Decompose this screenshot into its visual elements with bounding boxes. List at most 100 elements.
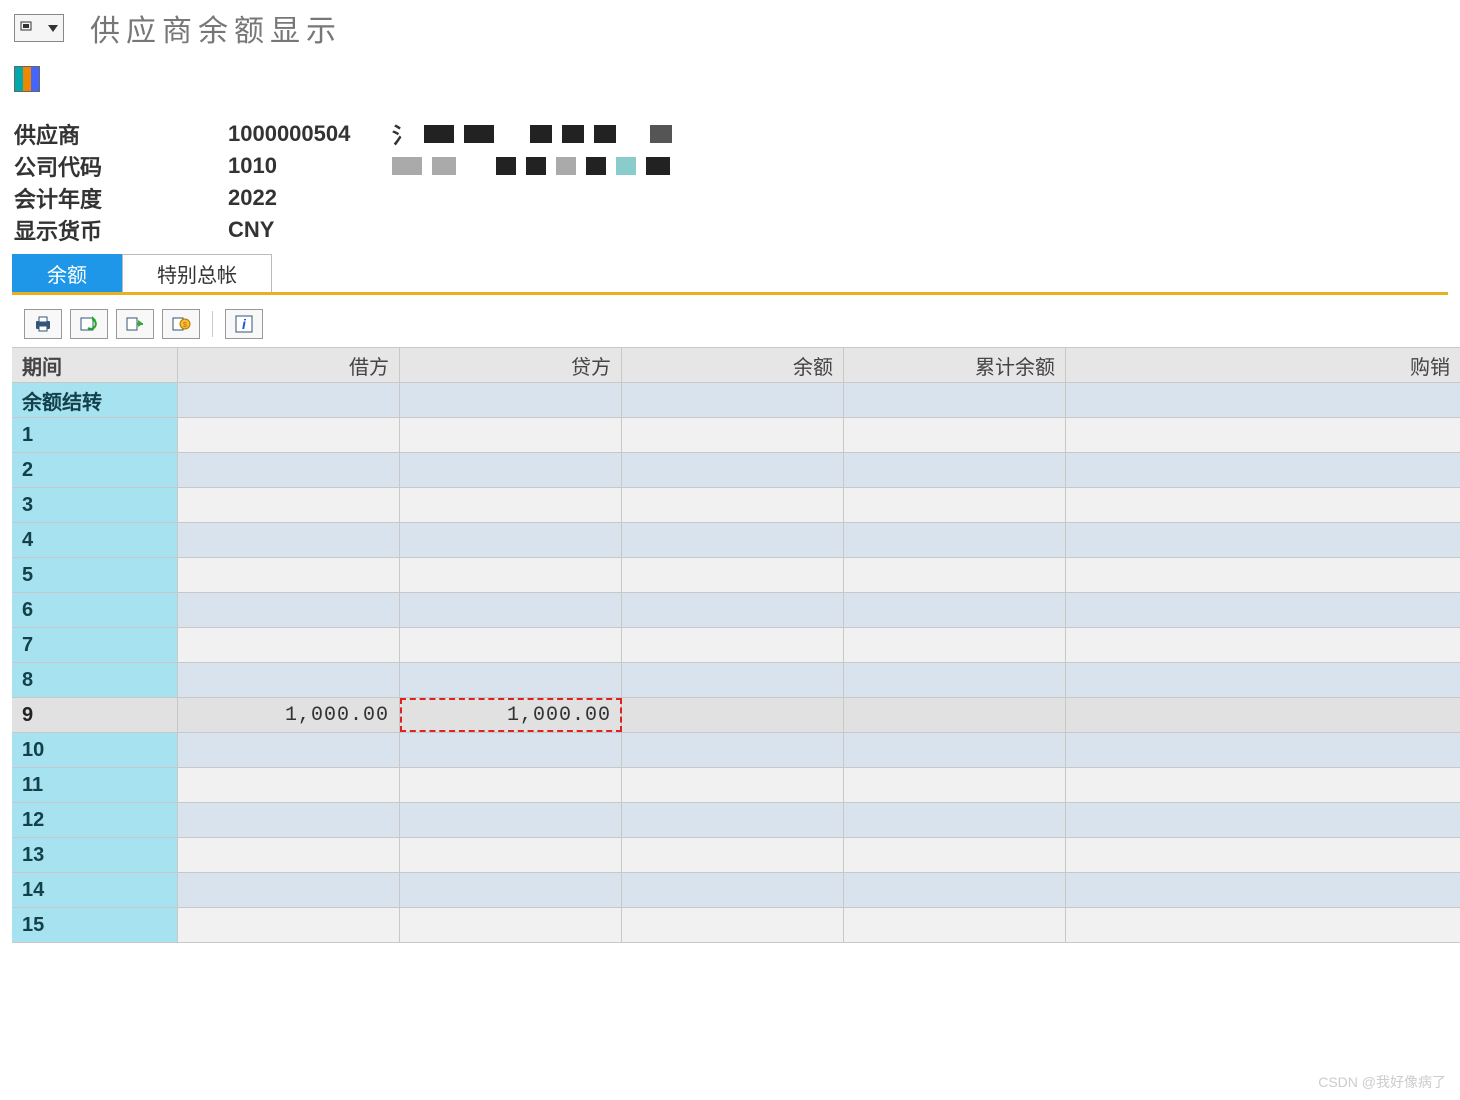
table-row[interactable]: 8 bbox=[12, 663, 1460, 698]
table-cell[interactable] bbox=[622, 418, 844, 452]
table-row[interactable]: 2 bbox=[12, 453, 1460, 488]
table-cell[interactable] bbox=[400, 663, 622, 697]
table-row[interactable]: 10 bbox=[12, 733, 1460, 768]
table-cell[interactable] bbox=[178, 558, 400, 592]
table-cell[interactable] bbox=[1066, 698, 1460, 732]
table-cell[interactable] bbox=[178, 663, 400, 697]
table-cell[interactable] bbox=[1066, 873, 1460, 907]
table-cell[interactable] bbox=[622, 383, 844, 417]
table-cell[interactable] bbox=[844, 698, 1066, 732]
table-cell[interactable] bbox=[844, 768, 1066, 802]
table-cell[interactable] bbox=[622, 628, 844, 662]
table-cell[interactable] bbox=[400, 558, 622, 592]
table-cell[interactable] bbox=[622, 558, 844, 592]
table-cell[interactable] bbox=[844, 418, 1066, 452]
table-cell[interactable] bbox=[1066, 488, 1460, 522]
refresh-icon[interactable] bbox=[70, 309, 108, 339]
table-row[interactable]: 15 bbox=[12, 908, 1460, 943]
table-cell[interactable] bbox=[622, 593, 844, 627]
table-cell[interactable] bbox=[400, 908, 622, 942]
table-cell[interactable] bbox=[844, 663, 1066, 697]
table-cell[interactable] bbox=[400, 873, 622, 907]
table-cell[interactable] bbox=[1066, 558, 1460, 592]
table-row[interactable]: 12 bbox=[12, 803, 1460, 838]
table-cell[interactable] bbox=[622, 488, 844, 522]
columns-icon[interactable] bbox=[14, 66, 40, 92]
table-cell[interactable]: 2 bbox=[12, 453, 178, 487]
col-debit[interactable]: 借方 bbox=[178, 348, 400, 382]
export-icon[interactable] bbox=[116, 309, 154, 339]
table-cell[interactable] bbox=[844, 873, 1066, 907]
print-icon[interactable] bbox=[24, 309, 62, 339]
table-cell[interactable]: 6 bbox=[12, 593, 178, 627]
table-cell[interactable] bbox=[1066, 803, 1460, 837]
table-cell[interactable] bbox=[178, 593, 400, 627]
table-cell[interactable] bbox=[178, 383, 400, 417]
table-cell[interactable] bbox=[844, 558, 1066, 592]
table-cell[interactable] bbox=[622, 873, 844, 907]
table-cell[interactable] bbox=[622, 523, 844, 557]
table-cell[interactable] bbox=[844, 733, 1066, 767]
table-cell[interactable] bbox=[400, 383, 622, 417]
col-cumulative[interactable]: 累计余额 bbox=[844, 348, 1066, 382]
table-cell[interactable] bbox=[1066, 768, 1460, 802]
table-row[interactable]: 5 bbox=[12, 558, 1460, 593]
table-cell[interactable] bbox=[178, 733, 400, 767]
col-credit[interactable]: 贷方 bbox=[400, 348, 622, 382]
table-cell[interactable] bbox=[178, 488, 400, 522]
table-cell[interactable] bbox=[622, 803, 844, 837]
table-cell[interactable] bbox=[844, 803, 1066, 837]
table-cell[interactable]: 13 bbox=[12, 838, 178, 872]
table-cell[interactable]: 4 bbox=[12, 523, 178, 557]
table-cell[interactable] bbox=[1066, 523, 1460, 557]
table-row[interactable]: 7 bbox=[12, 628, 1460, 663]
table-cell[interactable] bbox=[844, 488, 1066, 522]
table-cell[interactable] bbox=[400, 628, 622, 662]
table-cell[interactable] bbox=[622, 768, 844, 802]
table-cell[interactable]: 10 bbox=[12, 733, 178, 767]
table-cell[interactable] bbox=[844, 383, 1066, 417]
table-cell[interactable] bbox=[1066, 838, 1460, 872]
table-cell[interactable] bbox=[844, 593, 1066, 627]
table-cell[interactable] bbox=[622, 698, 844, 732]
table-cell[interactable] bbox=[844, 908, 1066, 942]
table-cell[interactable] bbox=[178, 838, 400, 872]
table-cell[interactable] bbox=[1066, 383, 1460, 417]
table-cell[interactable]: 15 bbox=[12, 908, 178, 942]
tab-special-ledger[interactable]: 特别总帐 bbox=[122, 254, 272, 292]
table-cell[interactable] bbox=[400, 418, 622, 452]
tab-balance[interactable]: 余额 bbox=[12, 254, 122, 292]
table-cell[interactable] bbox=[844, 628, 1066, 662]
table-cell[interactable]: 1,000.00 bbox=[178, 698, 400, 732]
table-cell[interactable] bbox=[178, 908, 400, 942]
col-period[interactable]: 期间 bbox=[12, 348, 178, 382]
table-cell[interactable] bbox=[844, 838, 1066, 872]
table-cell[interactable]: 1 bbox=[12, 418, 178, 452]
table-cell[interactable] bbox=[400, 838, 622, 872]
table-cell[interactable] bbox=[178, 628, 400, 662]
col-balance[interactable]: 余额 bbox=[622, 348, 844, 382]
table-cell[interactable]: 11 bbox=[12, 768, 178, 802]
menu-dropdown-icon[interactable] bbox=[14, 14, 64, 42]
table-cell[interactable] bbox=[622, 733, 844, 767]
table-row[interactable]: 11 bbox=[12, 768, 1460, 803]
table-cell[interactable] bbox=[400, 453, 622, 487]
table-cell[interactable] bbox=[178, 873, 400, 907]
table-cell[interactable] bbox=[622, 453, 844, 487]
table-cell[interactable] bbox=[622, 838, 844, 872]
table-cell[interactable]: 9 bbox=[12, 698, 178, 732]
table-cell[interactable]: 7 bbox=[12, 628, 178, 662]
table-cell[interactable] bbox=[1066, 908, 1460, 942]
table-cell[interactable]: 5 bbox=[12, 558, 178, 592]
table-cell[interactable] bbox=[1066, 628, 1460, 662]
table-cell[interactable] bbox=[400, 523, 622, 557]
table-cell[interactable] bbox=[844, 453, 1066, 487]
table-cell[interactable] bbox=[1066, 663, 1460, 697]
table-cell[interactable] bbox=[844, 523, 1066, 557]
table-cell[interactable] bbox=[178, 803, 400, 837]
table-cell[interactable]: 1,000.00 bbox=[400, 698, 622, 732]
table-cell[interactable] bbox=[1066, 418, 1460, 452]
table-cell[interactable] bbox=[1066, 453, 1460, 487]
table-row[interactable]: 13 bbox=[12, 838, 1460, 873]
table-cell[interactable] bbox=[1066, 733, 1460, 767]
